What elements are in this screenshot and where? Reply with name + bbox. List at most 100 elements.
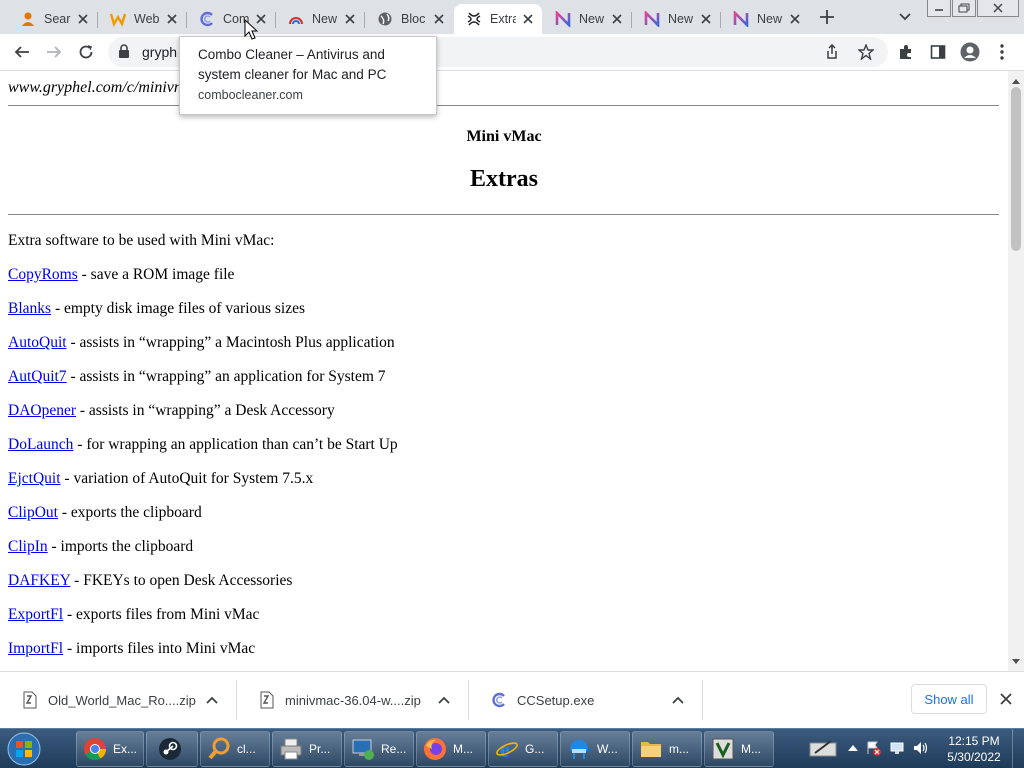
side-panel-button[interactable] — [924, 38, 952, 66]
taskbar-label: m... — [669, 742, 689, 756]
tab-new-3[interactable]: New — [631, 4, 720, 34]
extensions-button[interactable] — [892, 38, 920, 66]
breadcrumb-site-link[interactable]: www.gryphel.com — [8, 79, 122, 96]
item-link[interactable]: ClipOut — [8, 504, 58, 521]
item-link[interactable]: ImportFl — [8, 640, 63, 657]
action-center-icon[interactable] — [864, 739, 882, 757]
tab-search-button[interactable] — [893, 6, 917, 28]
close-icon[interactable] — [342, 11, 358, 27]
download-item[interactable]: minivmac-36.04-w....zip — [237, 680, 469, 720]
close-icon[interactable] — [609, 11, 625, 27]
tab-search[interactable]: Sear — [8, 4, 97, 34]
close-icon[interactable] — [164, 11, 180, 27]
chevron-up-icon[interactable] — [670, 692, 686, 708]
combo-cleaner-icon — [199, 11, 215, 27]
forward-button[interactable] — [40, 38, 68, 66]
minimize-button[interactable] — [927, 0, 951, 17]
divider — [8, 105, 999, 106]
taskbar-search-button[interactable]: cl... — [200, 731, 270, 767]
taskbar-ie-button[interactable]: e G... — [488, 731, 558, 767]
tab-bloc[interactable]: Bloc — [364, 4, 453, 34]
item-link[interactable]: EjctQuit — [8, 470, 61, 487]
item-link[interactable]: AutQuit7 — [8, 368, 67, 385]
close-icon[interactable] — [75, 11, 91, 27]
vertical-scrollbar[interactable] — [1008, 71, 1024, 671]
lock-icon[interactable] — [118, 44, 130, 62]
back-button[interactable] — [8, 38, 36, 66]
taskbar-steam-button[interactable] — [146, 731, 198, 767]
pen-tablet-icon[interactable] — [808, 739, 838, 757]
close-icon — [993, 3, 1003, 13]
close-icon[interactable] — [431, 11, 447, 27]
windows-logo-icon — [7, 732, 41, 766]
new-tab-button[interactable] — [814, 6, 840, 28]
close-icon[interactable] — [698, 11, 714, 27]
item-description: - empty disk image files of various size… — [51, 300, 306, 317]
taskbar: Ex... cl... Pr... Re... M... e G... W...… — [0, 728, 1024, 768]
clock-date: 5/30/2022 — [947, 750, 1001, 764]
scrollbar-thumb[interactable] — [1011, 87, 1021, 251]
tab-new-2[interactable]: New — [543, 4, 631, 34]
start-button[interactable] — [2, 730, 46, 768]
show-desktop-button[interactable] — [1012, 729, 1024, 768]
profile-button[interactable] — [956, 38, 984, 66]
list-item: AutoQuit - assists in “wrapping” a Macin… — [8, 334, 398, 368]
show-all-button[interactable]: Show all — [911, 684, 987, 714]
tab-combo-cleaner[interactable]: Com — [186, 4, 275, 34]
menu-button[interactable] — [988, 38, 1016, 66]
tab-extras[interactable]: Extra — [454, 4, 542, 34]
item-link[interactable]: DoLaunch — [8, 436, 73, 453]
combo-cleaner-icon — [489, 690, 509, 710]
close-icon[interactable] — [997, 690, 1015, 708]
share-icon[interactable] — [822, 42, 842, 62]
item-link[interactable]: DAFKEY — [8, 572, 70, 589]
taskbar-firefox-button[interactable]: M... — [416, 731, 486, 767]
tab-title: Extra — [490, 12, 516, 26]
side-panel-icon — [930, 45, 946, 59]
item-link[interactable]: Blanks — [8, 300, 51, 317]
tab-web[interactable]: Web — [97, 4, 186, 34]
tooltip-domain: combocleaner.com — [198, 88, 303, 102]
close-icon[interactable] — [787, 11, 803, 27]
reload-button[interactable] — [72, 38, 100, 66]
browser-toolbar: gryph — [0, 34, 1024, 71]
scroll-down-icon[interactable] — [1008, 653, 1024, 669]
bookmark-star-icon[interactable] — [856, 42, 876, 62]
vim-icon — [709, 735, 737, 763]
taskbar-printer-button[interactable]: Pr... — [272, 731, 342, 767]
chevron-up-icon[interactable] — [844, 739, 862, 757]
taskbar-remote-desktop-button[interactable]: Re... — [344, 731, 414, 767]
item-link[interactable]: CopyRoms — [8, 266, 78, 283]
item-link[interactable]: ClipIn — [8, 538, 48, 555]
network-icon[interactable] — [888, 739, 906, 757]
tab-new-1[interactable]: New — [275, 4, 364, 34]
tab-new-4[interactable]: New — [720, 4, 809, 34]
chevron-up-icon[interactable] — [436, 692, 452, 708]
breadcrumb-section-link[interactable]: minivn — [138, 79, 182, 96]
list-item: ClipOut - exports the clipboard — [8, 504, 398, 538]
taskbar-explorer-button[interactable]: m... — [632, 731, 702, 767]
arrow-right-icon — [47, 46, 62, 58]
download-item[interactable]: Old_World_Mac_Ro....zip — [0, 680, 237, 720]
close-window-button[interactable] — [977, 0, 1019, 17]
item-link[interactable]: DAOpener — [8, 402, 76, 419]
restore-icon — [958, 3, 970, 13]
taskbar-chrome-button[interactable]: Ex... — [76, 731, 144, 767]
download-item[interactable]: CCSetup.exe — [469, 680, 703, 720]
taskbar-vim-button[interactable]: M... — [704, 731, 774, 767]
item-link[interactable]: ExportFl — [8, 606, 63, 623]
internet-explorer-icon: e — [493, 735, 521, 763]
close-icon[interactable] — [520, 11, 536, 27]
kebab-menu-icon — [1000, 44, 1004, 60]
chevron-up-icon[interactable] — [204, 692, 220, 708]
divider — [8, 214, 999, 215]
system-clock[interactable]: 12:15 PM 5/30/2022 — [942, 733, 1006, 765]
restore-button[interactable] — [952, 0, 976, 17]
item-description: - save a ROM image file — [77, 266, 235, 283]
item-link[interactable]: AutoQuit — [8, 334, 67, 351]
site-title: Mini vMac — [466, 128, 542, 145]
folder-icon — [637, 735, 665, 763]
volume-icon[interactable] — [912, 739, 930, 757]
item-description: - FKEYs to open Desk Accessories — [70, 572, 293, 589]
taskbar-helmet-button[interactable]: W... — [560, 731, 630, 767]
